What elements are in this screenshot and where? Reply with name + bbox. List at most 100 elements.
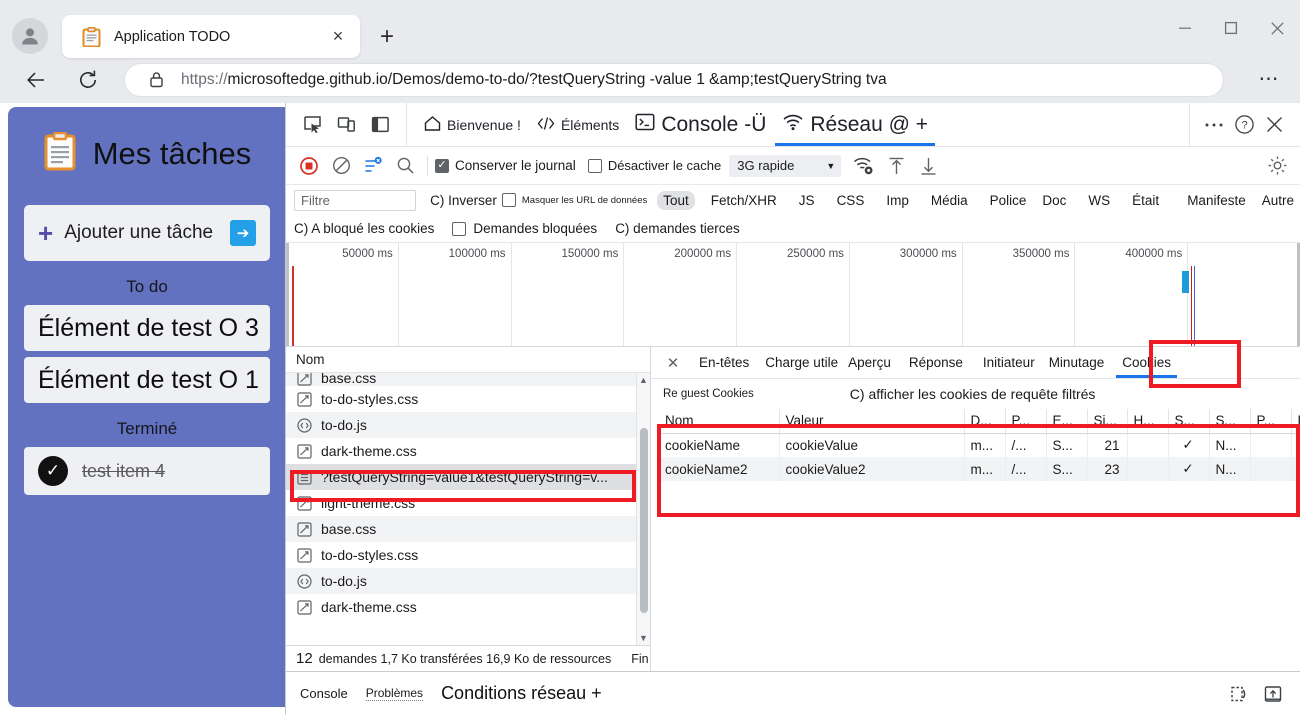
col-secure[interactable]: S... <box>1168 409 1210 434</box>
tab-elements[interactable]: Éléments <box>530 103 626 146</box>
type-filter-etait[interactable]: Était <box>1126 191 1165 210</box>
blocked-requests-filter[interactable]: Demandes bloquées <box>452 221 597 236</box>
tab-welcome[interactable]: Bienvenue ! <box>417 103 528 146</box>
browser-tab[interactable]: Application TODO × <box>62 15 360 58</box>
type-filter-autre[interactable]: Autre <box>1256 191 1300 210</box>
table-row[interactable]: light-theme.css <box>286 490 650 516</box>
table-row[interactable]: base.css <box>286 516 650 542</box>
drawer-tab-problems[interactable]: Problèmes <box>365 686 424 701</box>
table-row[interactable]: to-do.js <box>286 568 650 594</box>
table-row[interactable]: to-do.js <box>286 412 650 438</box>
type-filter-police[interactable]: Police <box>984 191 1033 210</box>
type-filter-css[interactable]: CSS <box>831 191 871 210</box>
drawer-tab-console[interactable]: Console <box>300 686 348 701</box>
col-size[interactable]: Si... <box>1087 409 1128 434</box>
scroll-up-icon[interactable]: ▲ <box>637 373 650 387</box>
col-valeur[interactable]: Valeur <box>779 409 965 434</box>
tab-initiator[interactable]: Initiateur <box>975 347 1043 378</box>
third-party-filter[interactable]: C) demandes tierces <box>615 221 740 236</box>
col-nom[interactable]: Nom <box>659 409 780 434</box>
checkmark-icon[interactable]: ✓ <box>38 456 68 486</box>
list-item[interactable]: Élément de test O 3 <box>24 305 270 351</box>
col-samesite[interactable]: S... <box>1209 409 1251 434</box>
blocked-cookies-filter[interactable]: C) A bloqué les cookies <box>294 221 434 236</box>
tab-cookies[interactable]: Cookies <box>1110 347 1183 378</box>
device-toolbar-icon[interactable] <box>332 111 360 139</box>
table-row[interactable]: dark-theme.css <box>286 594 650 620</box>
table-row[interactable]: dark-theme.css <box>286 438 650 464</box>
throttle-select[interactable]: 3G rapide ▼ <box>729 154 842 177</box>
tab-payload[interactable]: Charge utile <box>761 347 842 378</box>
type-filter-tout[interactable]: Tout <box>657 190 695 210</box>
type-filter-media[interactable]: Média <box>925 191 974 210</box>
inspect-element-icon[interactable] <box>298 111 326 139</box>
address-bar[interactable]: https://microsoftedge.github.io/Demos/de… <box>124 62 1224 97</box>
tab-preview[interactable]: Aperçu <box>842 347 897 378</box>
col-domain[interactable]: D... <box>964 409 1006 434</box>
type-filter-ws[interactable]: WS <box>1082 191 1116 210</box>
new-tab-button[interactable]: + <box>372 22 402 52</box>
filter-icon[interactable] <box>358 152 388 180</box>
submit-arrow-icon[interactable]: ➔ <box>230 220 256 246</box>
request-column-header[interactable]: Nom <box>286 347 650 373</box>
scroll-down-icon[interactable]: ▼ <box>637 631 650 645</box>
filter-input[interactable]: Filtre <box>294 189 417 211</box>
col-expires[interactable]: E... <box>1046 409 1088 434</box>
show-filtered-cookies-toggle[interactable]: C) afficher les cookies de requête filtr… <box>850 386 1096 402</box>
more-options-icon[interactable] <box>1200 111 1228 139</box>
maximize-icon[interactable] <box>1208 8 1254 48</box>
new-style-rule-icon[interactable] <box>1222 679 1256 709</box>
type-filter-js[interactable]: JS <box>793 191 821 210</box>
tab-console[interactable]: Console -Ü <box>628 103 773 146</box>
type-filter-fetch-xhr[interactable]: Fetch/XHR <box>705 191 783 210</box>
col-path[interactable]: P... <box>1005 409 1047 434</box>
dock-side-icon[interactable] <box>366 111 394 139</box>
close-window-icon[interactable] <box>1254 8 1300 48</box>
type-filter-imp[interactable]: Imp <box>880 191 915 210</box>
wifi-gear-icon[interactable] <box>849 152 879 180</box>
import-har-icon[interactable] <box>881 152 911 180</box>
table-row-selected[interactable]: ?testQueryString=value1&testQueryString=… <box>286 464 650 490</box>
list-item[interactable]: ✓ test item 4 <box>24 447 270 495</box>
record-stop-icon[interactable] <box>294 152 324 180</box>
avatar[interactable] <box>12 18 48 54</box>
col-priority[interactable]: P.. <box>1291 409 1300 434</box>
invert-filter-checkbox[interactable] <box>501 193 516 207</box>
scrollbar[interactable]: ▲ ▼ <box>636 373 650 645</box>
back-icon[interactable] <box>18 62 54 98</box>
close-icon[interactable]: × <box>324 23 352 51</box>
network-overview-timeline[interactable]: 50000 ms 100000 ms 150000 ms 200000 ms 2… <box>286 243 1300 347</box>
lock-icon[interactable] <box>145 69 167 91</box>
dock-bottom-icon[interactable] <box>1256 679 1290 709</box>
tab-network[interactable]: Réseau @ + <box>775 103 935 146</box>
export-har-icon[interactable] <box>913 152 943 180</box>
reload-icon[interactable] <box>70 62 106 98</box>
close-devtools-icon[interactable] <box>1260 111 1288 139</box>
table-row[interactable]: to-do-styles.css <box>286 542 650 568</box>
disable-cache-checkbox[interactable]: Désactiver le cache <box>587 158 721 173</box>
col-httponly[interactable]: H... <box>1127 409 1169 434</box>
help-icon[interactable]: ? <box>1230 111 1258 139</box>
scrollbar-thumb[interactable] <box>640 428 648 613</box>
table-row[interactable]: cookieName2 cookieValue2 m... /... S... … <box>659 457 1300 481</box>
minimize-icon[interactable] <box>1162 8 1208 48</box>
close-detail-icon[interactable]: ✕ <box>659 347 687 378</box>
preserve-log-checkbox[interactable]: ✓ Conserver le journal <box>435 158 576 173</box>
col-partitionkey[interactable]: P... <box>1250 409 1292 434</box>
tab-response[interactable]: Réponse <box>897 347 975 378</box>
request-list[interactable]: base.css to-do-styles.css to-do.js dark-… <box>286 373 650 645</box>
search-icon[interactable] <box>390 152 420 180</box>
add-task-input[interactable]: + Ajouter une tâche ➔ <box>24 205 270 261</box>
overview-left-handle[interactable] <box>286 243 289 346</box>
invert-filter-label[interactable]: C) Inverser <box>430 193 497 208</box>
hide-data-urls-label[interactable]: Masquer les URL de données <box>522 195 647 206</box>
type-filter-manifeste[interactable]: Manifeste <box>1181 191 1252 210</box>
clear-icon[interactable] <box>326 152 356 180</box>
type-filter-doc[interactable]: Doc <box>1036 191 1072 210</box>
list-item[interactable]: Élément de test O 1 <box>24 357 270 403</box>
table-row[interactable]: cookieName cookieValue m... /... S... 21… <box>659 433 1300 457</box>
drawer-tab-network-conditions[interactable]: Conditions réseau + <box>441 683 602 704</box>
tab-headers[interactable]: En-têtes <box>687 347 761 378</box>
table-row[interactable]: to-do-styles.css <box>286 386 650 412</box>
table-row[interactable]: base.css <box>286 373 650 386</box>
